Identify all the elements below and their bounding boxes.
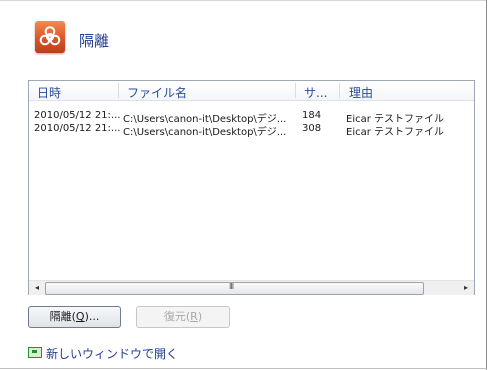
restore-button-accesskey: R [190, 310, 198, 323]
quarantine-biohazard-icon [35, 21, 65, 53]
column-separator[interactable] [295, 83, 296, 98]
table-row[interactable]: 2010/05/12 21:... C:\Users\canon-it\Desk… [29, 123, 474, 138]
cell-size: 308 [302, 123, 322, 134]
cell-datetime: 2010/05/12 21:... [34, 123, 121, 134]
scrollbar-thumb[interactable]: III [45, 282, 424, 295]
cell-datetime: 2010/05/12 21:... [34, 110, 121, 121]
scroll-right-icon[interactable]: ▸ [458, 281, 474, 295]
list-header: 日時 ファイル名 サ... 理由 [29, 81, 474, 101]
window-top-edge [0, 0, 487, 1]
horizontal-scrollbar[interactable]: ◂ III ▸ [29, 280, 474, 295]
column-header-filename[interactable]: ファイル名 [127, 84, 187, 101]
restore-button-label: 復元( [163, 310, 191, 323]
cell-filename: C:\Users\canon-it\Desktop\デジ... [123, 127, 287, 138]
quarantine-list[interactable]: 日時 ファイル名 サ... 理由 2010/05/12 21:... C:\Us… [28, 80, 475, 295]
table-row[interactable]: 2010/05/12 21:... C:\Users\canon-it\Desk… [29, 110, 474, 125]
column-separator[interactable] [118, 83, 119, 98]
window-right-edge [486, 0, 487, 370]
open-new-window-label[interactable]: 新しいウィンドウで開く [46, 345, 178, 362]
restore-button[interactable]: 復元(R) [136, 306, 230, 328]
restore-button-suffix: ) [197, 310, 203, 323]
cell-reason: Eicar テストファイル [346, 127, 445, 138]
scroll-left-icon[interactable]: ◂ [29, 281, 45, 295]
scrollbar-grip-icon: III [229, 282, 234, 291]
column-separator[interactable] [339, 83, 340, 98]
page-title: 隔離 [79, 32, 110, 50]
quarantine-button-label: 隔離( [49, 310, 76, 323]
column-header-reason[interactable]: 理由 [349, 84, 373, 101]
quarantine-button-suffix: )... [84, 310, 100, 323]
column-header-size[interactable]: サ... [304, 84, 327, 101]
quarantine-button[interactable]: 隔離(Q)... [28, 306, 121, 328]
column-header-datetime[interactable]: 日時 [37, 84, 61, 101]
window-icon [28, 347, 42, 358]
cell-size: 184 [302, 110, 322, 121]
quarantine-button-accesskey: Q [75, 310, 85, 323]
window-bottom-edge [0, 368, 487, 369]
